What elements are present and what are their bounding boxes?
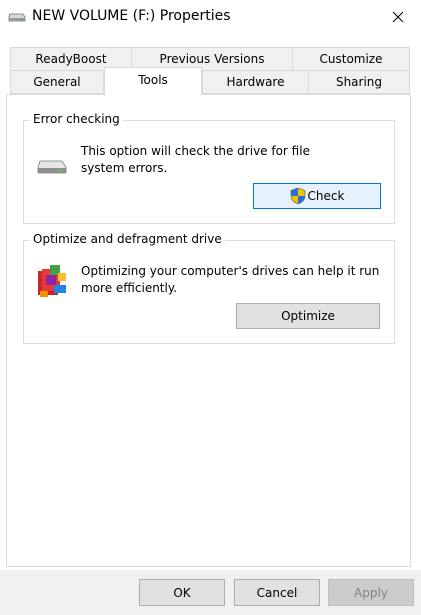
properties-dialog: NEW VOLUME (F:) Properties ReadyBoost Pr… bbox=[0, 0, 421, 615]
optimize-description-line1: Optimizing your computer's drives can he… bbox=[81, 264, 380, 278]
uac-shield-icon bbox=[290, 187, 305, 205]
tab-hardware[interactable]: Hardware bbox=[202, 70, 309, 94]
tab-label: Hardware bbox=[226, 75, 285, 89]
apply-button[interactable]: Apply bbox=[328, 579, 414, 606]
cancel-label: Cancel bbox=[256, 585, 298, 600]
close-button[interactable] bbox=[375, 0, 421, 34]
optimize-title: Optimize and defragment drive bbox=[30, 232, 225, 246]
check-button[interactable]: Check bbox=[253, 183, 381, 209]
tab-tools[interactable]: Tools bbox=[104, 67, 202, 95]
window-title: NEW VOLUME (F:) Properties bbox=[32, 8, 231, 24]
tab-label: General bbox=[33, 75, 81, 89]
error-checking-title: Error checking bbox=[30, 112, 123, 126]
tab-customize[interactable]: Customize bbox=[292, 47, 410, 71]
error-checking-description-line1: This option will check the drive for fil… bbox=[81, 144, 310, 158]
title-bar[interactable]: NEW VOLUME (F:) Properties bbox=[0, 0, 421, 34]
dialog-footer: OK Cancel Apply bbox=[0, 570, 421, 615]
apply-label: Apply bbox=[354, 585, 388, 600]
tools-tab-panel: Error checking This option will check th… bbox=[6, 94, 411, 567]
drive-icon bbox=[37, 160, 67, 174]
optimize-button[interactable]: Optimize bbox=[236, 303, 380, 329]
tab-label: ReadyBoost bbox=[35, 52, 107, 66]
tab-label: Tools bbox=[138, 73, 168, 87]
cancel-button[interactable]: Cancel bbox=[234, 579, 320, 606]
ok-label: OK bbox=[173, 585, 191, 600]
tab-label: Sharing bbox=[335, 75, 383, 89]
tab-label: Previous Versions bbox=[159, 52, 265, 66]
defrag-icon bbox=[38, 265, 66, 297]
tab-general[interactable]: General bbox=[10, 70, 104, 94]
error-checking-description-line2: system errors. bbox=[81, 161, 168, 175]
error-checking-group: Error checking This option will check th… bbox=[23, 112, 395, 224]
ok-button[interactable]: OK bbox=[139, 579, 225, 606]
close-icon bbox=[392, 11, 404, 23]
tab-label: Customize bbox=[319, 52, 383, 66]
tab-sharing[interactable]: Sharing bbox=[308, 70, 410, 94]
optimize-label: Optimize bbox=[281, 309, 335, 323]
check-label: Check bbox=[307, 189, 345, 203]
optimize-group: Optimize and defragment drive Optimizing… bbox=[23, 232, 395, 344]
drive-title-icon bbox=[8, 13, 26, 22]
optimize-description-line2: more efficiently. bbox=[81, 281, 178, 295]
